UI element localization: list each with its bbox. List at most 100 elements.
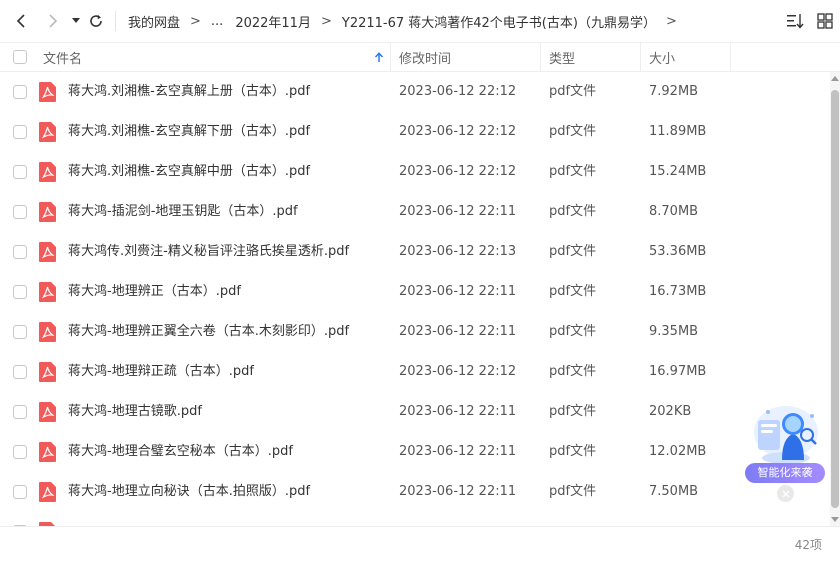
breadcrumb-separator: > xyxy=(665,13,677,29)
chevron-right-icon xyxy=(49,14,58,28)
file-type: pdf文件 xyxy=(549,484,597,499)
column-header-type-label: 类型 xyxy=(549,51,576,67)
pdf-file-icon xyxy=(39,282,56,302)
column-header-name[interactable]: 文件名 xyxy=(43,43,388,71)
row-checkbox[interactable] xyxy=(13,445,27,459)
file-name: 蒋大鸿-地理古镜歌.pdf xyxy=(68,404,202,419)
file-type: pdf文件 xyxy=(549,84,597,99)
file-name: 蒋大鸿.刘湘樵-玄空真解中册（古本）.pdf xyxy=(68,164,311,179)
row-checkbox[interactable] xyxy=(13,245,27,259)
file-size: 7.50MB xyxy=(649,484,699,499)
refresh-button[interactable] xyxy=(86,11,106,31)
row-checkbox[interactable] xyxy=(13,85,27,99)
back-button[interactable] xyxy=(12,11,32,31)
forward-button[interactable] xyxy=(42,11,62,31)
file-type: pdf文件 xyxy=(549,324,597,339)
column-header-size[interactable]: 大小 xyxy=(649,43,675,71)
file-size: 16.97MB xyxy=(649,364,707,379)
scroll-down-arrow-icon[interactable] xyxy=(831,517,839,522)
file-name: 蒋大鸿-地理立向秘诀（古本.拍照版）.pdf xyxy=(68,484,311,499)
file-type: pdf文件 xyxy=(549,164,597,179)
caret-down-icon xyxy=(72,18,80,23)
file-row[interactable]: 蒋大鸿.刘湘樵-玄空真解中册（古本）.pdf 2023-06-12 22:12 … xyxy=(0,152,830,192)
row-checkbox[interactable] xyxy=(13,285,27,299)
close-icon xyxy=(782,490,789,497)
vertical-scrollbar[interactable] xyxy=(830,72,840,526)
file-name: 蒋大鸿-地理辨正翼全六卷（古本.木刻影印）.pdf xyxy=(68,324,350,339)
file-modified: 2023-06-12 22:11 xyxy=(399,324,517,339)
column-divider xyxy=(390,43,391,71)
file-row[interactable]: 蒋大鸿-地理辨正（古本）.pdf 2023-06-12 22:11 pdf文件 … xyxy=(0,272,830,312)
pdf-file-icon xyxy=(39,242,56,262)
file-modified: 2023-06-12 22:12 xyxy=(399,364,517,379)
refresh-icon xyxy=(90,15,102,27)
file-list-header: 文件名 修改时间 类型 大小 xyxy=(0,42,840,72)
file-row[interactable]: 蒋大鸿-地理辩正疏（古本）.pdf 2023-06-12 22:12 pdf文件… xyxy=(0,352,830,392)
file-row[interactable]: 蒋大鸿-插泥剑-地理玉钥匙（古本）.pdf 2023-06-12 22:11 p… xyxy=(0,192,830,232)
file-row[interactable]: 蒋大鸿-地理古镜歌.pdf 2023-06-12 22:11 pdf文件 202… xyxy=(0,392,830,432)
sort-options-button[interactable] xyxy=(785,11,805,31)
chevron-left-icon xyxy=(16,14,25,28)
file-row[interactable]: 蒋大鸿传.刘赍注-精义秘旨评注骆氏挨星透析.pdf 2023-06-12 22:… xyxy=(0,232,830,272)
file-row[interactable]: 蒋大鸿-地理辨正翼全六卷（古本.木刻影印）.pdf 2023-06-12 22:… xyxy=(0,312,830,352)
pdf-file-icon xyxy=(39,402,56,422)
file-modified: 2023-06-12 22:11 xyxy=(399,484,517,499)
file-row[interactable]: 蒋大鸿.刘湘樵-玄空真解上册（古本）.pdf 2023-06-12 22:12 … xyxy=(0,72,830,112)
item-count: 42项 xyxy=(794,538,822,552)
breadcrumb-item-ellipsis[interactable]: ... xyxy=(211,14,223,29)
file-modified: 2023-06-12 22:12 xyxy=(399,164,517,179)
sort-lines-icon xyxy=(787,14,804,29)
pdf-file-icon xyxy=(39,202,56,222)
file-type: pdf文件 xyxy=(549,204,597,219)
breadcrumb-item-root[interactable]: 我的网盘 xyxy=(128,12,180,31)
file-type: pdf文件 xyxy=(549,124,597,139)
row-checkbox[interactable] xyxy=(13,205,27,219)
pdf-file-icon xyxy=(39,482,56,502)
file-modified: 2023-06-12 22:12 xyxy=(399,84,517,99)
file-row[interactable] xyxy=(0,512,830,526)
ai-assistant-label: 智能化来袭 xyxy=(745,463,825,483)
file-name: 蒋大鸿-插泥剑-地理玉钥匙（古本）.pdf xyxy=(68,204,298,219)
column-divider xyxy=(640,43,641,71)
column-header-type[interactable]: 类型 xyxy=(549,43,575,71)
history-dropdown-button[interactable] xyxy=(66,11,86,31)
file-type: pdf文件 xyxy=(549,404,597,419)
view-mode-button[interactable] xyxy=(815,11,835,31)
file-size: 7.92MB xyxy=(649,84,699,99)
file-row[interactable]: 蒋大鸿.刘湘樵-玄空真解下册（古本）.pdf 2023-06-12 22:12 … xyxy=(0,112,830,152)
row-checkbox[interactable] xyxy=(13,125,27,139)
scrollbar-thumb[interactable] xyxy=(831,90,839,508)
pdf-file-icon xyxy=(39,442,56,462)
pdf-file-icon xyxy=(39,162,56,182)
row-checkbox[interactable] xyxy=(13,365,27,379)
file-modified: 2023-06-12 22:13 xyxy=(399,244,517,259)
toolbar: 我的网盘 > ... 2022年11月 > Y2211-67 蒋大鸿著作42个电… xyxy=(0,0,840,42)
column-header-modified[interactable]: 修改时间 xyxy=(399,43,451,71)
breadcrumb-item-month[interactable]: 2022年11月 xyxy=(235,12,311,31)
breadcrumb-item-current-folder[interactable]: Y2211-67 蒋大鸿著作42个电子书(古本)（九鼎易学） xyxy=(342,12,656,31)
breadcrumb-separator: > xyxy=(320,13,332,29)
file-type: pdf文件 xyxy=(549,444,597,459)
breadcrumb: 我的网盘 > ... 2022年11月 > Y2211-67 蒋大鸿著作42个电… xyxy=(128,0,687,42)
row-checkbox[interactable] xyxy=(13,325,27,339)
row-checkbox[interactable] xyxy=(13,405,27,419)
file-size: 8.70MB xyxy=(649,204,699,219)
file-name: 蒋大鸿.刘湘樵-玄空真解上册（古本）.pdf xyxy=(68,84,311,99)
pdf-file-icon xyxy=(39,322,56,342)
column-header-size-label: 大小 xyxy=(649,51,676,67)
column-divider xyxy=(540,43,541,71)
status-bar: 42项 xyxy=(0,526,840,562)
file-row[interactable]: 蒋大鸿-地理立向秘诀（古本.拍照版）.pdf 2023-06-12 22:11 … xyxy=(0,472,830,512)
file-modified: 2023-06-12 22:11 xyxy=(399,284,517,299)
ai-assistant-widget[interactable]: 智能化来袭 xyxy=(742,402,828,502)
row-checkbox[interactable] xyxy=(13,165,27,179)
file-size: 53.36MB xyxy=(649,244,707,259)
select-all-checkbox[interactable] xyxy=(13,50,27,64)
column-header-modified-label: 修改时间 xyxy=(399,51,452,67)
row-checkbox[interactable] xyxy=(13,485,27,499)
scroll-up-arrow-icon[interactable] xyxy=(831,76,839,81)
breadcrumb-separator: > xyxy=(190,13,201,29)
file-name: 蒋大鸿.刘湘樵-玄空真解下册（古本）.pdf xyxy=(68,124,311,139)
file-row[interactable]: 蒋大鸿-地理合璧玄空秘本（古本）.pdf 2023-06-12 22:11 pd… xyxy=(0,432,830,472)
ai-assistant-close-button[interactable] xyxy=(777,485,794,502)
